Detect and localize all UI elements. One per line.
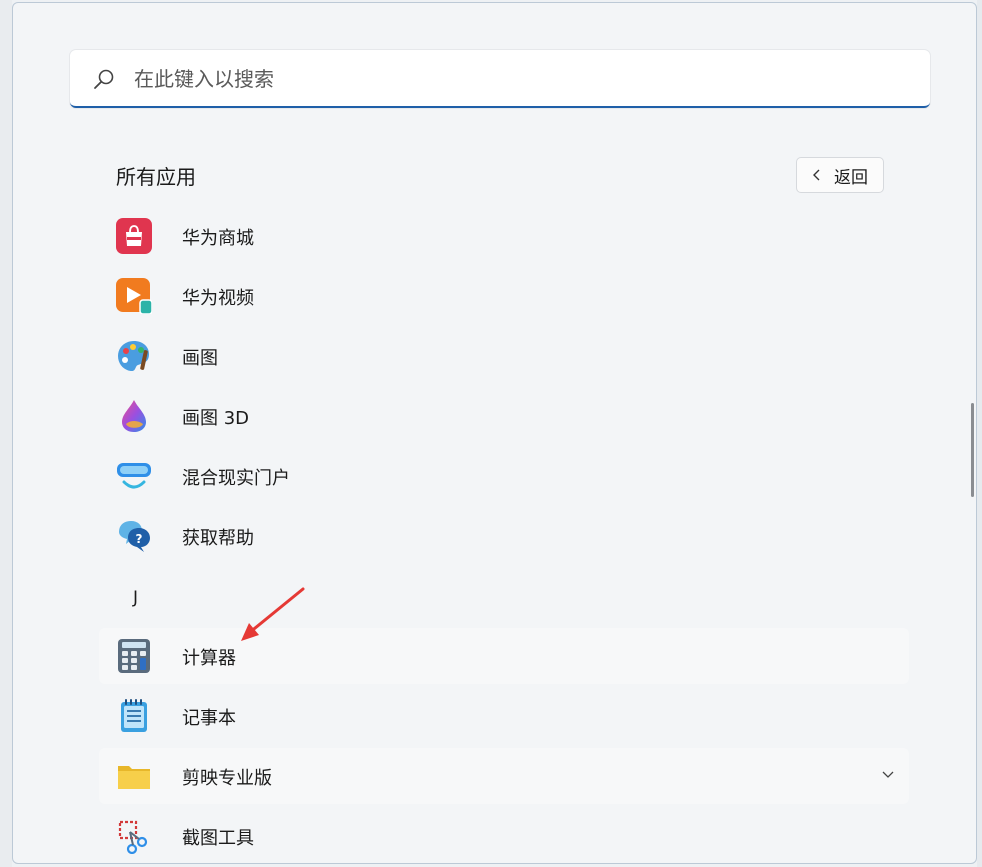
app-label: 画图 bbox=[182, 348, 218, 369]
app-label: 剪映专业版 bbox=[182, 768, 272, 789]
huawei-video-icon bbox=[116, 278, 152, 314]
app-label: 混合现实门户 bbox=[182, 468, 290, 489]
get-help-icon: ? bbox=[119, 521, 150, 552]
folder-icon bbox=[118, 766, 150, 789]
app-label: 计算器 bbox=[182, 648, 236, 669]
app-label: 截图工具 bbox=[182, 828, 254, 849]
start-menu-panel: 所有应用 返回 华为商城 华为视频 bbox=[12, 2, 977, 864]
app-item-get-help[interactable]: ? 获取帮助 bbox=[99, 508, 909, 564]
app-label: 记事本 bbox=[182, 708, 236, 729]
chevron-left-icon bbox=[813, 169, 820, 181]
notepad-icon bbox=[121, 699, 147, 732]
letter-header-j[interactable]: J bbox=[133, 588, 138, 608]
app-label: 华为商城 bbox=[182, 228, 254, 249]
back-button-label: 返回 bbox=[834, 167, 868, 188]
paint-icon bbox=[118, 341, 149, 371]
search-input[interactable] bbox=[132, 63, 896, 95]
app-item-notepad[interactable]: 记事本 bbox=[99, 688, 909, 744]
search-icon bbox=[94, 69, 114, 89]
svg-text:?: ? bbox=[136, 532, 143, 546]
app-item-calculator[interactable]: 计算器 bbox=[99, 628, 909, 684]
app-folder-jianying[interactable]: 剪映专业版 bbox=[99, 748, 909, 804]
scrollbar-thumb[interactable] bbox=[971, 403, 974, 497]
app-item-paint[interactable]: 画图 bbox=[99, 328, 909, 384]
annotation-arrow-icon bbox=[241, 587, 305, 641]
app-label: 画图 3D bbox=[182, 408, 250, 429]
app-label: 获取帮助 bbox=[182, 528, 254, 549]
search-box[interactable] bbox=[70, 50, 930, 108]
huawei-mall-icon bbox=[116, 218, 152, 254]
paint-3d-icon bbox=[122, 400, 146, 432]
chevron-down-icon[interactable] bbox=[881, 770, 895, 780]
all-apps-title: 所有应用 bbox=[116, 165, 196, 189]
back-button[interactable]: 返回 bbox=[796, 157, 884, 193]
app-item-mixed-reality-portal[interactable]: 混合现实门户 bbox=[99, 448, 909, 504]
background-left-edge bbox=[0, 0, 12, 867]
app-item-huawei-mall[interactable]: 华为商城 bbox=[99, 208, 909, 264]
calculator-icon bbox=[118, 639, 150, 673]
app-item-huawei-video[interactable]: 华为视频 bbox=[99, 268, 909, 324]
mixed-reality-portal-icon bbox=[117, 463, 151, 489]
snipping-tool-icon bbox=[118, 820, 148, 854]
app-item-paint-3d[interactable]: 画图 3D bbox=[99, 388, 909, 444]
app-label: 华为视频 bbox=[182, 288, 254, 309]
background-right-edge bbox=[977, 0, 982, 867]
app-item-snipping-tool[interactable]: 截图工具 bbox=[99, 808, 909, 863]
